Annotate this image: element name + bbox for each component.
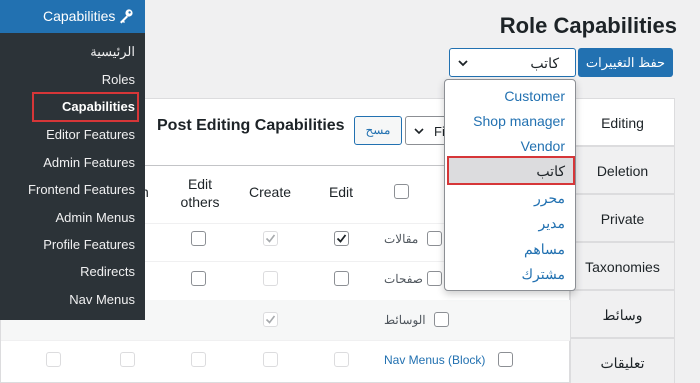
tab-private[interactable]: Private [570, 194, 675, 242]
sidebar-item-editor-features[interactable]: Editor Features [46, 127, 135, 142]
capability-checkbox[interactable] [46, 352, 61, 367]
sidebar-header-label: Capabilities [43, 8, 116, 24]
column-header-edit-others: Edit others [180, 176, 220, 210]
row-label[interactable]: Nav Menus (Block) [384, 353, 485, 367]
sidebar-item-admin-features[interactable]: Admin Features [43, 155, 135, 170]
row-select-checkbox[interactable] [427, 231, 442, 246]
edit-others-checkbox[interactable] [191, 231, 206, 246]
edit-others-checkbox[interactable] [191, 352, 206, 367]
role-select-value: كاتب [530, 55, 559, 71]
highlight-box [32, 92, 139, 122]
role-option-selected[interactable]: كاتب [536, 163, 565, 180]
key-icon [120, 9, 133, 24]
role-option[interactable]: مشترك [522, 266, 565, 283]
role-option[interactable]: Customer [504, 88, 565, 104]
check-icon [265, 234, 276, 243]
role-dropdown-list: Customer Shop manager Vendor كاتب محرر م… [444, 79, 576, 291]
row-select-checkbox[interactable] [427, 271, 442, 286]
tab-comments[interactable]: تعليقات [570, 338, 675, 383]
edit-others-checkbox[interactable] [191, 271, 206, 286]
sidebar-item-profile-features[interactable]: Profile Features [43, 237, 135, 252]
role-option[interactable]: مدير [539, 215, 565, 232]
create-checkbox[interactable] [263, 231, 278, 246]
page-title: Role Capabilities [499, 13, 677, 38]
column-header-create: Create [248, 184, 292, 200]
sidebar-item-frontend-features[interactable]: Frontend Features [28, 182, 135, 197]
panel-title: Post Editing Capabilities [157, 117, 345, 134]
sidebar-header[interactable]: Capabilities [0, 0, 145, 33]
check-icon [336, 234, 347, 243]
edit-checkbox[interactable] [334, 352, 349, 367]
capability-tabs: Editing Deletion Private Taxonomies وسائ… [570, 98, 675, 383]
role-option[interactable]: مساهم [524, 241, 565, 258]
role-option[interactable]: محرر [534, 190, 565, 207]
sidebar-item-home[interactable]: الرئيسية [90, 44, 135, 60]
sidebar-item-admin-menus[interactable]: Admin Menus [56, 210, 135, 225]
check-icon [265, 315, 276, 324]
row-label: الوسائط [384, 313, 426, 327]
row-divider [1, 340, 571, 341]
column-header-edit: Edit [328, 184, 354, 200]
edit-checkbox[interactable] [334, 231, 349, 246]
tab-taxonomies[interactable]: Taxonomies [570, 242, 675, 290]
capability-checkbox[interactable] [120, 352, 135, 367]
create-checkbox[interactable] [263, 271, 278, 286]
select-all-checkbox[interactable] [394, 184, 409, 199]
row-select-checkbox[interactable] [434, 312, 449, 327]
admin-sidebar: Capabilities الرئيسية Roles Capabilities… [0, 0, 145, 320]
edit-checkbox[interactable] [334, 271, 349, 286]
role-option[interactable]: Shop manager [473, 113, 565, 129]
row-label: صفحات [384, 272, 423, 286]
sidebar-item-nav-menus[interactable]: Nav Menus [69, 292, 135, 307]
tab-editing[interactable]: Editing [570, 98, 675, 146]
role-select[interactable]: كاتب [449, 48, 576, 77]
create-checkbox[interactable] [263, 312, 278, 327]
sidebar-item-roles[interactable]: Roles [102, 72, 135, 87]
sidebar-item-redirects[interactable]: Redirects [80, 264, 135, 279]
tab-deletion[interactable]: Deletion [570, 146, 675, 194]
tab-media[interactable]: وسائط [570, 290, 675, 338]
chevron-down-icon [414, 128, 424, 135]
chevron-down-icon [458, 60, 468, 67]
role-option[interactable]: Vendor [521, 138, 565, 154]
row-label: مقالات [384, 232, 419, 246]
save-changes-button[interactable]: حفظ التغييرات [578, 48, 673, 77]
row-select-checkbox[interactable] [498, 352, 513, 367]
clear-button[interactable]: مسح [354, 116, 402, 145]
create-checkbox[interactable] [263, 352, 278, 367]
